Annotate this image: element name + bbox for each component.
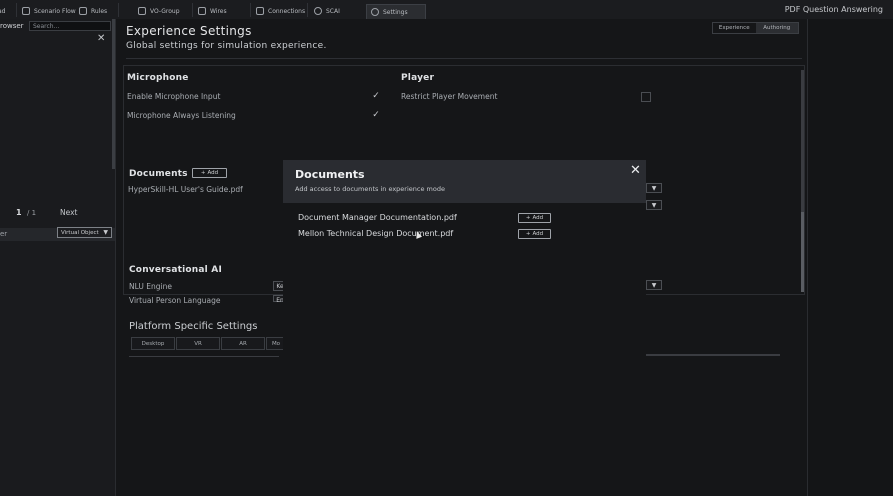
page-title: Experience Settings — [126, 24, 252, 38]
add-document-button[interactable]: + Add — [518, 213, 551, 223]
page-number: 1 — [16, 208, 22, 217]
top-tab-bar: ad Scenario Flow Rules VO-Group Wires Co… — [0, 0, 893, 20]
virtual-person-language-label: Virtual Person Language — [129, 296, 221, 305]
close-icon[interactable]: ✕ — [97, 33, 105, 44]
microphone-always-listening-checkbox[interactable]: ✓ — [371, 110, 381, 120]
restrict-player-movement-checkbox[interactable] — [641, 92, 651, 102]
next-page-button[interactable]: Next — [60, 208, 77, 217]
chevron-down-icon[interactable]: ▼ — [646, 280, 662, 290]
window-title: PDF Question Answering — [784, 5, 883, 14]
wires-icon — [198, 7, 206, 15]
search-input[interactable]: Search... — [29, 21, 111, 31]
tab-connections[interactable]: Connections — [252, 4, 309, 18]
microphone-always-listening-label: Microphone Always Listening — [127, 111, 236, 120]
check-icon: ✓ — [372, 91, 380, 101]
tab-wires[interactable]: Wires — [194, 4, 231, 18]
tab-desktop[interactable]: Desktop — [131, 337, 175, 350]
enable-microphone-label: Enable Microphone Input — [127, 92, 221, 101]
plus-icon: + — [200, 170, 206, 176]
tab-vo-group[interactable]: VO-Group — [134, 4, 184, 18]
documents-section-title: Documents — [129, 169, 188, 179]
modal-subtitle: Add access to documents in experience mo… — [295, 185, 445, 193]
add-document-button[interactable]: + Add — [518, 229, 551, 239]
tab-scenario-flow[interactable]: Scenario Flow — [18, 4, 80, 18]
object-type-select[interactable]: Virtual Object ▼ — [57, 227, 112, 238]
modal-document-name: Mellon Technical Design Document.pdf — [298, 229, 454, 238]
document-file-name: HyperSkill-HL User's Guide.pdf — [128, 185, 243, 194]
vo-group-icon — [138, 7, 146, 15]
divider — [126, 58, 802, 59]
tab-rules[interactable]: Rules — [75, 4, 111, 18]
chevron-down-icon[interactable]: ▼ — [646, 200, 662, 210]
list-item-label: er — [0, 230, 8, 238]
tab-divider — [250, 3, 251, 17]
gear-icon — [371, 8, 379, 16]
modal-document-name: Document Manager Documentation.pdf — [298, 213, 457, 222]
chevron-down-icon: ▼ — [103, 229, 108, 236]
tab-experience[interactable]: Experience — [713, 23, 756, 33]
tab-ar[interactable]: AR — [221, 337, 265, 350]
page-total: / 1 — [27, 209, 37, 217]
tab-divider — [192, 3, 193, 17]
mode-toggle: Experience Authoring — [712, 22, 799, 34]
add-document-button[interactable]: + Add — [192, 168, 227, 178]
check-icon: ✓ — [372, 110, 380, 120]
browser-label: rowser — [0, 22, 24, 30]
modal-header — [283, 160, 646, 203]
connections-icon — [256, 7, 264, 15]
page-subtitle: Global settings for simulation experienc… — [126, 41, 327, 51]
right-panel — [807, 19, 893, 496]
modal-title: Documents — [295, 168, 365, 181]
tab-vr[interactable]: VR — [176, 337, 220, 350]
platform-tabs: Desktop VR AR Mo — [131, 337, 287, 350]
tab-ad[interactable]: ad — [0, 4, 10, 18]
enable-microphone-checkbox[interactable]: ✓ — [371, 91, 381, 101]
chevron-down-icon[interactable]: ▼ — [646, 183, 662, 193]
person-icon — [314, 7, 322, 15]
tab-settings[interactable]: Settings — [366, 4, 426, 20]
close-icon[interactable]: ✕ — [630, 163, 641, 178]
tab-divider — [16, 3, 17, 17]
tab-divider — [307, 3, 308, 17]
scrollbar-thumb[interactable] — [801, 212, 804, 292]
left-scrollbar[interactable] — [112, 19, 115, 169]
microphone-section-title: Microphone — [127, 73, 189, 83]
conversational-ai-title: Conversational AI — [129, 265, 223, 275]
divider — [129, 356, 279, 357]
player-section-title: Player — [401, 73, 435, 83]
tab-divider — [118, 3, 119, 17]
restrict-player-movement-label: Restrict Player Movement — [401, 92, 498, 101]
tab-authoring[interactable]: Authoring — [755, 23, 798, 33]
left-browser-panel — [0, 19, 116, 496]
plus-icon: + — [525, 231, 531, 237]
platform-settings-title: Platform Specific Settings — [129, 321, 258, 332]
tab-scai[interactable]: SCAI — [310, 4, 344, 18]
rules-icon — [79, 7, 87, 15]
flow-icon — [22, 7, 30, 15]
plus-icon: + — [525, 215, 531, 221]
divider — [646, 354, 780, 356]
nlu-engine-label: NLU Engine — [129, 282, 172, 291]
